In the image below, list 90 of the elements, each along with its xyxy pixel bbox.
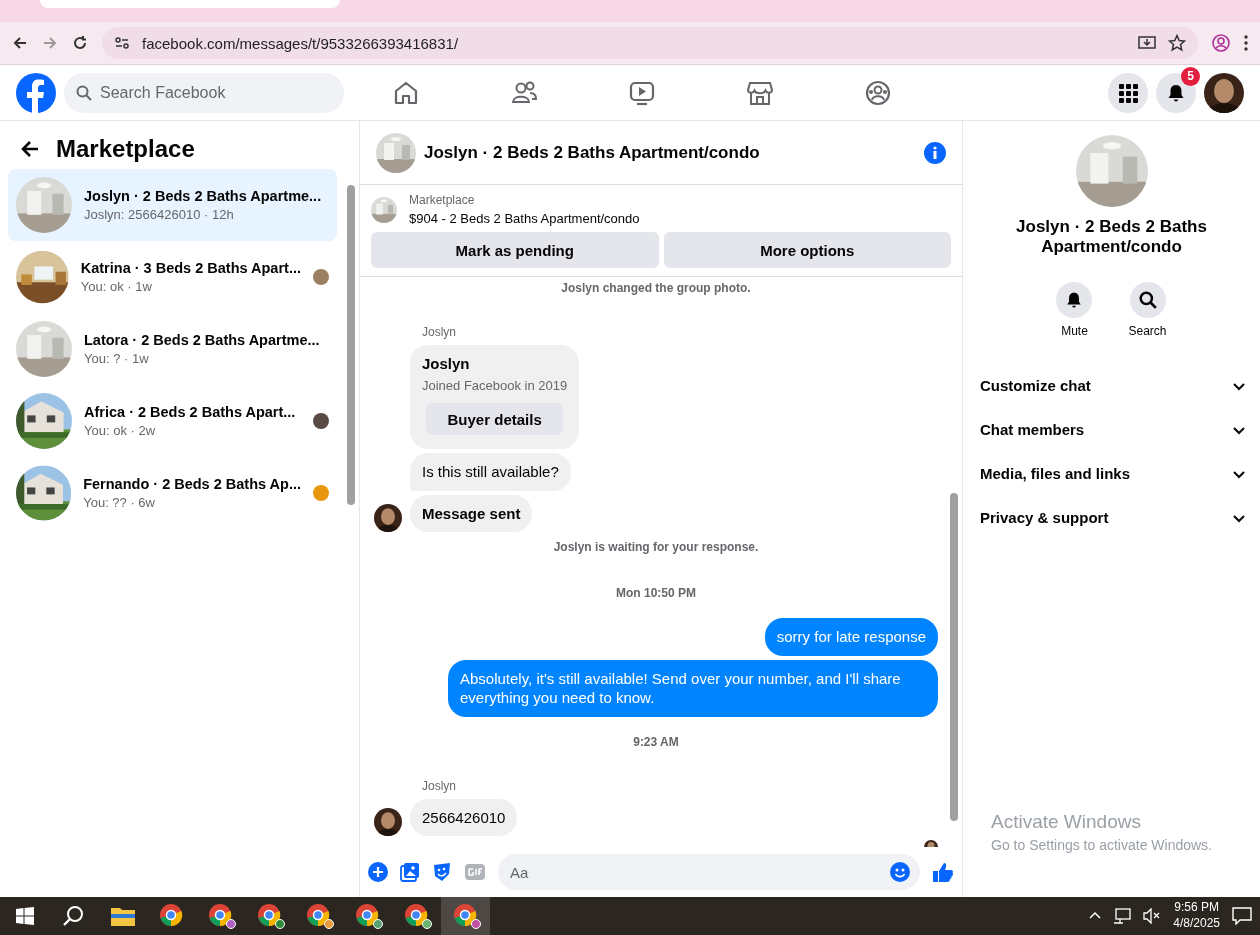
muted-speaker-icon[interactable] (1143, 908, 1162, 924)
star-icon[interactable] (1168, 34, 1186, 52)
message-field[interactable]: Aa (498, 854, 920, 890)
chrome-icon (305, 903, 332, 929)
conversation-item[interactable]: Africa · 2 Beds 2 Baths Apart... You: ok · 2w (8, 385, 337, 457)
grid-icon (1118, 82, 1138, 103)
section-header[interactable]: Chat members (963, 407, 1260, 452)
message-bubble: Absolutely, it's still available! Send over your number, and I'll share everything you need to know. (448, 659, 938, 717)
settings-icon (114, 35, 130, 51)
back-icon[interactable] (20, 139, 40, 159)
listing-title: $904 - 2 Beds 2 Baths Apartment/condo (409, 211, 640, 226)
conversation-title: Katrina · 3 Beds 2 Baths Apart... (80, 260, 301, 276)
info-icon[interactable] (924, 141, 946, 164)
chrome-icon (354, 903, 381, 929)
conversation-preview: You: ok · 1w (80, 279, 153, 294)
search-button[interactable]: Search (1128, 281, 1167, 338)
bell-icon (1056, 281, 1093, 318)
taskbar-app[interactable] (441, 897, 490, 935)
install-icon[interactable] (1138, 35, 1156, 51)
search-field[interactable]: Search Facebook (64, 72, 344, 113)
chrome-icon (256, 903, 283, 929)
listing-label: Marketplace (409, 193, 476, 207)
conversation-item[interactable]: Joslyn · 2 Beds 2 Baths Apartme... Joslyn: 2566426010 · 12h (8, 169, 337, 241)
mute-button[interactable]: Mute (1056, 281, 1093, 338)
sender-name: Joslyn (422, 778, 457, 793)
action-button[interactable]: Mark as pending (371, 232, 659, 268)
emoji-icon[interactable] (890, 862, 910, 882)
chat-title: Joslyn · 2 Beds 2 Baths Apartment/condo (424, 142, 761, 163)
conversation-title: Fernando · 2 Beds 2 Baths Ap... (83, 476, 301, 492)
conversation-item[interactable]: Latora · 2 Beds 2 Baths Apartme... You: ? · 1w (8, 313, 337, 385)
sender-name: Joslyn (422, 325, 457, 339)
back-icon[interactable] (12, 35, 28, 51)
notifications-button[interactable] (1156, 72, 1196, 113)
menu-icon[interactable] (1244, 35, 1248, 51)
windows-icon (15, 907, 34, 925)
chrome-icon (207, 903, 234, 929)
conversation-title: Joslyn · 2 Beds 2 Baths Apartme... (84, 188, 323, 204)
message-bubble: Message sent (410, 494, 533, 532)
sticker-icon[interactable] (432, 862, 452, 882)
buyer-details-button[interactable]: Buyer details (426, 403, 564, 435)
search-icon (76, 84, 92, 101)
section-header[interactable]: Privacy & support (963, 495, 1260, 540)
plus-icon[interactable] (368, 862, 388, 882)
conversation-preview: You: ?? · 6w (83, 495, 156, 510)
chrome-icon (403, 903, 430, 929)
card-name: Joslyn (422, 355, 471, 372)
conversation-title: Latora · 2 Beds 2 Baths Apartme... (84, 332, 321, 348)
folder-icon (110, 906, 135, 926)
conversation-name: Joslyn · 2 Beds 2 Baths Apartment/condo (1015, 217, 1208, 258)
notification-badge: 5 (1181, 66, 1200, 86)
system-message: Joslyn is waiting for your response. (553, 540, 759, 554)
logo-icon[interactable] (16, 72, 56, 113)
bell-icon (1166, 82, 1186, 103)
message-bubble: Is this still available? (410, 453, 571, 491)
section-header[interactable]: Media, files and links (963, 451, 1260, 496)
reload-icon[interactable] (72, 35, 88, 51)
chrome-icon (158, 903, 185, 929)
profile-icon[interactable] (1212, 34, 1230, 52)
timestamp: Mon 10:50 PM (616, 586, 696, 600)
activation-title: Activate Windows (991, 811, 1142, 833)
section-header[interactable]: Customize chat (963, 363, 1260, 408)
account-avatar[interactable] (1204, 72, 1244, 113)
menu-button[interactable] (1108, 72, 1148, 113)
conversation-item[interactable]: Katrina · 3 Beds 2 Baths Apart... You: ok · 1w (8, 241, 337, 313)
action-button[interactable]: More options (663, 232, 951, 268)
conversation-preview: You: ? · 1w (84, 351, 150, 366)
clock-date: 4/8/2025 (1173, 916, 1220, 932)
sidebar-title: Marketplace (56, 135, 195, 163)
clock-time: 9:56 PM (1174, 900, 1219, 916)
conversation-preview: You: ok · 2w (84, 423, 157, 438)
message-bubble: sorry for late response (764, 618, 938, 656)
image-icon[interactable] (400, 862, 420, 882)
system-message: Joslyn changed the group photo. (561, 281, 751, 295)
activation-text: Go to Settings to activate Windows. (991, 837, 1212, 853)
notification-icon[interactable] (1232, 907, 1252, 925)
group-icon (864, 78, 892, 107)
scrollbar[interactable] (950, 493, 958, 821)
chrome-icon (452, 903, 479, 929)
message-bubble: 2566426010 (410, 798, 518, 836)
conversation-title: Africa · 2 Beds 2 Baths Apart... (84, 404, 297, 420)
card-subtitle: Joined Facebook in 2019 (422, 378, 568, 393)
timestamp: 9:23 AM (633, 734, 679, 749)
search-icon (1129, 281, 1166, 318)
conversation-item[interactable]: Fernando · 2 Beds 2 Baths Ap... You: ?? · 6w (8, 457, 337, 529)
address-bar[interactable]: facebook.com/messages/t/9533266393416831/ (102, 27, 1198, 59)
scrollbar[interactable] (347, 185, 355, 505)
network-icon[interactable] (1113, 908, 1132, 924)
thumbs-up-icon[interactable] (932, 861, 954, 883)
search-icon (62, 905, 85, 927)
conversation-preview: Joslyn: 2566426010 · 12h (84, 207, 235, 222)
